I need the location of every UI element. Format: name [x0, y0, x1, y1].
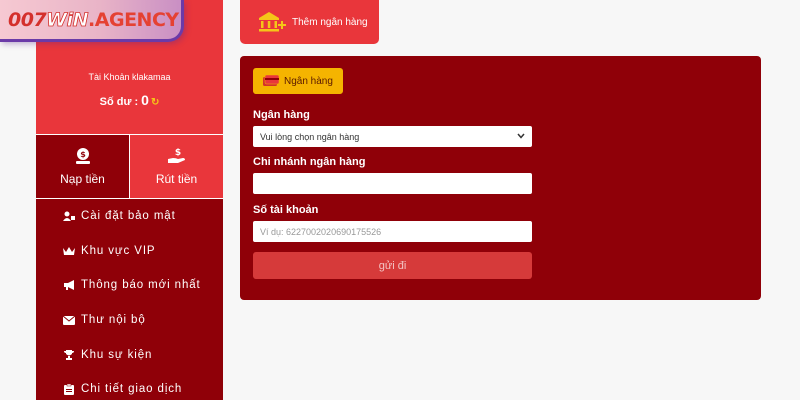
add-bank-label: Thêm ngân hàng: [292, 16, 368, 28]
sidebar-item-label: Thông báo mới nhất: [81, 279, 201, 292]
chevron-down-icon: [517, 133, 525, 139]
deposit-label: Nạp tiền: [60, 172, 105, 186]
sidebar-item-vip[interactable]: Khu vực VIP: [36, 234, 223, 269]
bank-select[interactable]: Vui lòng chọn ngân hàng: [253, 126, 532, 147]
money-bag-icon: $: [75, 148, 90, 164]
bank-add-icon: [259, 12, 286, 32]
tab-bank-label: Ngân hàng: [284, 75, 333, 87]
sidebar: Tài Khoản klakamaa Số dư :0 ↻ $ Nạp tiền …: [36, 0, 223, 400]
account-name: Tài Khoản klakamaa: [88, 72, 171, 82]
bank-select-value: Vui lòng chọn ngân hàng: [260, 131, 360, 142]
sidebar-item-security[interactable]: Cài đặt bảo mật: [36, 199, 223, 234]
sidebar-menu: Cài đặt bảo mật Khu vực VIP Thông báo mớ…: [36, 198, 223, 400]
envelope-icon: [62, 315, 76, 325]
clipboard-icon: [62, 383, 76, 395]
tab-bank[interactable]: Ngân hàng: [253, 68, 343, 94]
bank-form-panel: Ngân hàng Ngân hàng Vui lòng chọn ngân h…: [240, 56, 761, 300]
balance-value: 0: [141, 92, 149, 108]
sidebar-item-label: Thư nội bộ: [81, 314, 146, 327]
wallet-actions: $ Nạp tiền $ Rút tiền: [36, 134, 223, 198]
sidebar-item-inbox[interactable]: Thư nội bộ: [36, 303, 223, 338]
sidebar-item-label: Cài đặt bảo mật: [81, 210, 176, 223]
sidebar-item-transactions[interactable]: Chi tiết giao dịch: [36, 372, 223, 400]
account-number-input[interactable]: [253, 221, 532, 242]
svg-text:$: $: [174, 148, 180, 158]
deposit-button[interactable]: $ Nạp tiền: [36, 135, 130, 198]
branch-input[interactable]: [253, 173, 532, 194]
svg-text:$: $: [80, 150, 86, 159]
hand-dollar-icon: $: [167, 148, 185, 163]
logo-text: 007WiN.AGENCY: [8, 8, 179, 31]
sidebar-item-label: Chi tiết giao dịch: [81, 383, 183, 396]
bank-field-label: Ngân hàng: [253, 109, 310, 121]
branch-field-label: Chi nhánh ngân hàng: [253, 156, 366, 168]
withdraw-button[interactable]: $ Rút tiền: [130, 135, 223, 198]
sidebar-item-label: Khu vực VIP: [81, 244, 156, 257]
user-lock-icon: [62, 211, 76, 222]
sidebar-item-notifications[interactable]: Thông báo mới nhất: [36, 268, 223, 303]
trophy-icon: [62, 349, 76, 360]
balance-label: Số dư :: [99, 96, 139, 108]
balance-display: Số dư :0 ↻: [36, 92, 223, 108]
sidebar-item-events[interactable]: Khu sự kiện: [36, 337, 223, 372]
refresh-icon[interactable]: ↻: [151, 97, 159, 108]
add-bank-button[interactable]: Thêm ngân hàng: [240, 0, 379, 44]
sidebar-item-label: Khu sự kiện: [81, 348, 153, 361]
megaphone-icon: [62, 280, 76, 291]
withdraw-label: Rút tiền: [155, 172, 198, 186]
submit-button[interactable]: gửi đi: [253, 252, 532, 279]
account-number-label: Số tài khoản: [253, 204, 319, 216]
bank-card-icon: [263, 75, 279, 86]
brand-logo[interactable]: 007WiN.AGENCY: [0, 0, 184, 42]
crown-icon: [62, 246, 76, 256]
